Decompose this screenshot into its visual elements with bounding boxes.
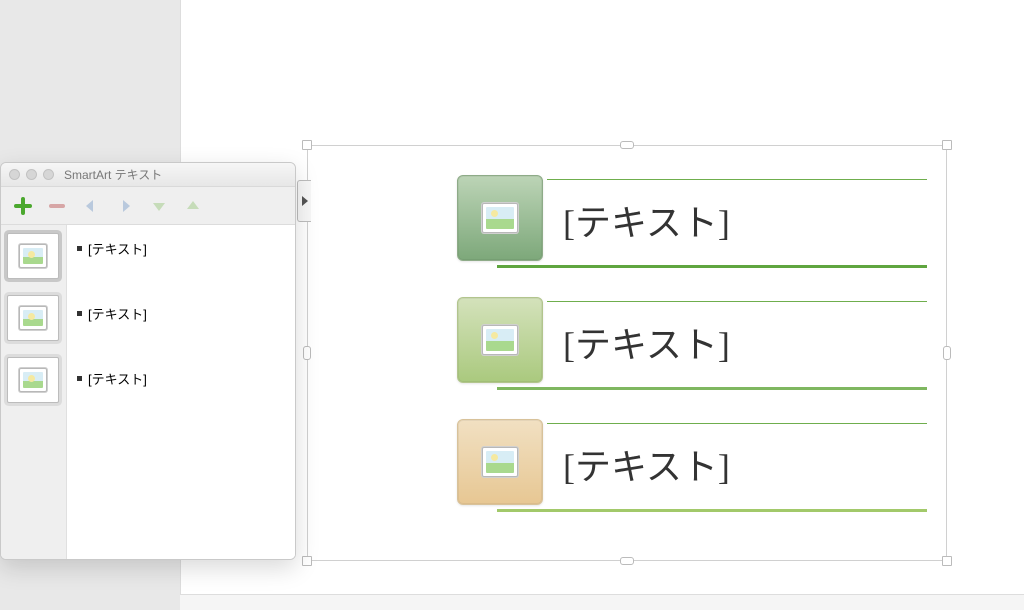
resize-handle-ne[interactable]	[942, 140, 952, 150]
panel-toolbar	[1, 187, 295, 225]
list-item[interactable]: [テキスト]	[77, 239, 285, 258]
window-minimize-icon[interactable]	[26, 169, 37, 180]
shape-thumbnail[interactable]	[7, 233, 59, 279]
smartart-row[interactable]: [テキスト]	[457, 175, 947, 285]
bullet-icon	[77, 376, 82, 381]
bullet-icon	[77, 311, 82, 316]
promote-button[interactable]	[79, 194, 103, 218]
list-item[interactable]: [テキスト]	[77, 369, 285, 388]
window-close-icon[interactable]	[9, 169, 20, 180]
panel-body: [テキスト] [テキスト] [テキスト]	[1, 225, 295, 559]
resize-handle-n[interactable]	[620, 141, 634, 149]
smartart-text: [テキスト]	[563, 438, 730, 490]
shape-thumbnail[interactable]	[7, 295, 59, 341]
smartart-text-panel[interactable]: SmartArt テキスト [テキスト] [テキスト] [テキス	[0, 162, 296, 560]
list-item[interactable]: [テキスト]	[77, 304, 285, 323]
panel-titlebar[interactable]: SmartArt テキスト	[1, 163, 295, 187]
move-down-button[interactable]	[147, 194, 171, 218]
demote-button[interactable]	[113, 194, 137, 218]
smartart-picture-placeholder[interactable]	[457, 419, 543, 505]
smartart-picture-placeholder[interactable]	[457, 175, 543, 261]
image-icon	[19, 244, 47, 268]
remove-shape-button[interactable]	[45, 194, 69, 218]
text-pane-toggle[interactable]	[297, 180, 311, 222]
smartart-picture-placeholder[interactable]	[457, 297, 543, 383]
move-up-button[interactable]	[181, 194, 205, 218]
image-icon	[19, 368, 47, 392]
resize-handle-w[interactable]	[303, 346, 311, 360]
smartart-underline	[497, 265, 927, 268]
resize-handle-nw[interactable]	[302, 140, 312, 150]
smartart-frame[interactable]: [テキスト] [テキスト] [テキスト]	[307, 145, 947, 561]
add-shape-button[interactable]	[11, 194, 35, 218]
smartart-text: [テキスト]	[563, 316, 730, 368]
smartart-row[interactable]: [テキスト]	[457, 297, 947, 407]
smartart-text: [テキスト]	[563, 194, 730, 246]
smartart-content: [テキスト] [テキスト] [テキスト]	[457, 175, 947, 541]
smartart-textbox[interactable]: [テキスト]	[547, 301, 927, 381]
image-icon	[19, 306, 47, 330]
smartart-underline	[497, 387, 927, 390]
thumbnail-column	[1, 225, 67, 559]
smartart-textbox[interactable]: [テキスト]	[547, 179, 927, 259]
outline-text: [テキスト]	[88, 239, 147, 258]
image-icon	[482, 447, 518, 477]
resize-handle-sw[interactable]	[302, 556, 312, 566]
shape-thumbnail[interactable]	[7, 357, 59, 403]
panel-title: SmartArt テキスト	[64, 166, 162, 183]
smartart-textbox[interactable]: [テキスト]	[547, 423, 927, 503]
smartart-underline	[497, 509, 927, 512]
outline-text: [テキスト]	[88, 304, 147, 323]
image-icon	[482, 325, 518, 355]
window-zoom-icon[interactable]	[43, 169, 54, 180]
resize-handle-s[interactable]	[620, 557, 634, 565]
outline-text: [テキスト]	[88, 369, 147, 388]
bullet-icon	[77, 246, 82, 251]
text-outline-column[interactable]: [テキスト] [テキスト] [テキスト]	[67, 225, 295, 559]
resize-handle-se[interactable]	[942, 556, 952, 566]
smartart-row[interactable]: [テキスト]	[457, 419, 947, 529]
image-icon	[482, 203, 518, 233]
